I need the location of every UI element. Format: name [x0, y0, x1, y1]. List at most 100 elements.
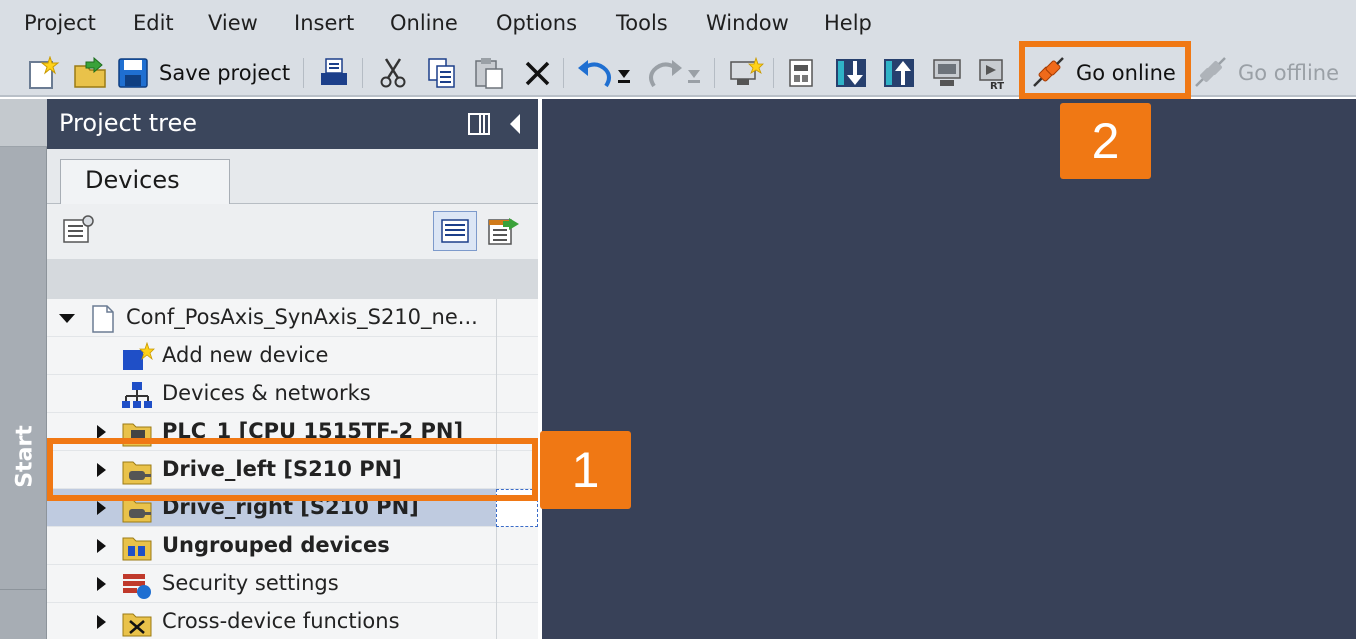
callout-2: 2 — [1060, 103, 1151, 179]
menu-view[interactable]: View — [208, 11, 258, 35]
collapse-arrow-icon[interactable] — [59, 314, 75, 323]
go-offline-plug-icon — [1195, 57, 1226, 87]
project-tree-column-header — [47, 259, 538, 299]
drive-left-highlight — [47, 438, 538, 501]
copy-button[interactable] — [426, 55, 458, 91]
cross-device-icon — [121, 608, 153, 639]
tree-item-label: Cross-device functions — [162, 609, 400, 633]
menu-project[interactable]: Project — [24, 11, 96, 35]
menu-window[interactable]: Window — [706, 11, 789, 35]
cut-button[interactable] — [378, 55, 408, 91]
go-offline-button[interactable]: Go offline — [1192, 55, 1339, 91]
tree-item-ungrouped-devices[interactable]: Ungrouped devices — [47, 527, 538, 565]
add-device-icon — [121, 341, 155, 376]
go-offline-label: Go offline — [1238, 61, 1340, 85]
save-icon — [118, 58, 148, 88]
delete-button[interactable] — [522, 55, 554, 91]
paste-button[interactable] — [472, 55, 506, 91]
svg-text:RT: RT — [990, 81, 1004, 90]
tree-item-label: Add new device — [162, 343, 329, 367]
start-sidebar-divider — [0, 589, 47, 590]
security-icon — [121, 570, 153, 604]
tree-item-add-new-device[interactable]: Add new device — [47, 337, 538, 375]
redo-button[interactable] — [646, 55, 706, 91]
expand-arrow-icon[interactable] — [97, 425, 106, 439]
runtime-rt-icon: RT — [979, 59, 1004, 90]
workspace-area — [542, 99, 1356, 639]
tree-item-devices-networks[interactable]: Devices & networks — [47, 375, 538, 413]
save-project-label: Save project — [159, 61, 291, 85]
print-icon — [321, 58, 347, 85]
open-project-icon — [74, 56, 106, 88]
callout-1: 1 — [540, 431, 631, 509]
runtime-button[interactable]: RT — [976, 55, 1010, 91]
menu-insert[interactable]: Insert — [294, 11, 354, 35]
delete-icon — [525, 61, 550, 86]
undo-button[interactable] — [576, 55, 636, 91]
new-project-button[interactable] — [26, 55, 60, 91]
upload-from-device-button[interactable] — [882, 55, 916, 91]
compile-button[interactable] — [728, 55, 764, 91]
tree-item-label: Ungrouped devices — [162, 533, 390, 557]
table-view-icon — [441, 219, 469, 243]
overview-view-button[interactable] — [433, 211, 477, 251]
ungrouped-devices-icon — [121, 532, 153, 566]
menu-tools[interactable]: Tools — [616, 11, 668, 35]
tree-status-cell — [496, 375, 538, 413]
start-tab[interactable]: Start — [13, 422, 38, 492]
upload-icon — [884, 59, 914, 87]
menu-help[interactable]: Help — [824, 11, 872, 35]
compile-icon — [730, 56, 764, 85]
collapse-panel-icon[interactable] — [507, 112, 523, 140]
expand-arrow-icon[interactable] — [97, 501, 106, 515]
start-sidebar: Start — [0, 99, 47, 639]
download-to-device-button[interactable] — [834, 55, 868, 91]
menu-edit[interactable]: Edit — [133, 11, 174, 35]
tree-item-label: Conf_PosAxis_SynAxis_S210_ne... — [126, 305, 478, 329]
download-icon — [836, 59, 866, 87]
toolbar-separator — [714, 58, 715, 88]
toolbar-separator — [303, 58, 304, 88]
expand-arrow-icon[interactable] — [97, 577, 106, 591]
scissors-icon — [380, 58, 406, 88]
expand-arrow-icon[interactable] — [97, 615, 106, 629]
expand-arrow-icon[interactable] — [97, 539, 106, 553]
save-project-button[interactable]: Save project — [116, 55, 290, 91]
start-simulation-button[interactable] — [930, 55, 964, 91]
open-project-button[interactable] — [72, 55, 108, 91]
tree-item-cross-device-functions[interactable]: Cross-device functions — [47, 603, 538, 639]
tab-devices[interactable]: Devices — [60, 159, 230, 205]
menu-online[interactable]: Online — [390, 11, 458, 35]
device-properties-icon[interactable] — [61, 214, 95, 250]
start-sidebar-top — [0, 99, 47, 147]
copy-icon — [428, 58, 455, 88]
tree-status-cell — [496, 603, 538, 639]
project-tree-panel: Project tree Devices Conf_PosAxis_SynAxi — [47, 99, 538, 639]
tree-item-label: Security settings — [162, 571, 339, 595]
tree-status-cell — [496, 527, 538, 565]
panel-layout-icon[interactable] — [467, 112, 491, 140]
project-tree-tabs: Devices — [47, 149, 538, 205]
go-online-highlight — [1019, 41, 1191, 99]
tree-status-cell — [496, 565, 538, 603]
tree-item-label: Devices & networks — [162, 381, 371, 405]
device-config-icon — [789, 59, 813, 87]
network-icon — [121, 380, 153, 414]
toolbar-separator — [362, 58, 363, 88]
menu-options[interactable]: Options — [496, 11, 577, 35]
project-tree-toolbar — [47, 204, 538, 259]
tree-status-cell — [496, 337, 538, 375]
update-view-icon[interactable] — [487, 214, 523, 252]
print-button[interactable] — [318, 55, 350, 91]
redo-icon — [649, 60, 700, 88]
tree-status-cell — [496, 299, 538, 337]
paste-icon — [475, 58, 503, 89]
project-tree-title: Project tree — [59, 109, 198, 137]
simulation-icon — [933, 59, 961, 86]
project-tree-header: Project tree — [47, 99, 538, 149]
device-config-button[interactable] — [786, 55, 818, 91]
tree-item-project[interactable]: Conf_PosAxis_SynAxis_S210_ne... — [47, 299, 538, 337]
project-file-icon — [90, 304, 116, 338]
tree-item-security-settings[interactable]: Security settings — [47, 565, 538, 603]
new-project-icon — [29, 56, 60, 89]
